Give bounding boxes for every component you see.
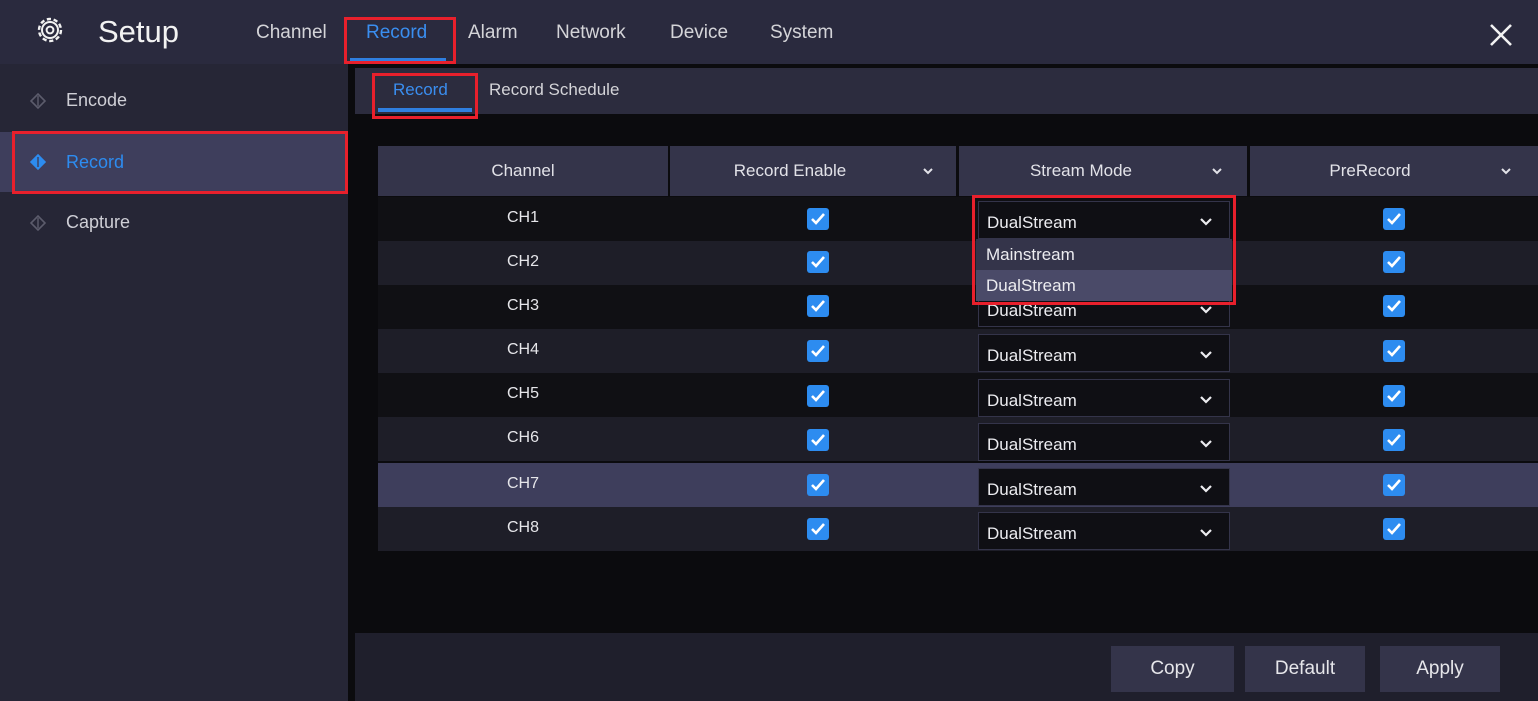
column-header-label: Record Enable — [733, 161, 847, 180]
stream-mode-select[interactable]: DualStream — [978, 423, 1230, 461]
stream-mode-select[interactable]: DualStream — [978, 468, 1230, 506]
checkmark-icon — [811, 390, 825, 402]
checkmark-icon — [1387, 390, 1401, 402]
close-icon[interactable] — [1488, 22, 1514, 48]
app-title: Setup — [98, 14, 180, 49]
stream-mode-value: DualStream — [987, 480, 1077, 499]
channel-name: CH5 — [506, 385, 539, 402]
column-header-label: Channel — [491, 161, 555, 180]
record-enable-checkbox[interactable] — [807, 251, 829, 273]
annotation-box-top-tab — [344, 17, 456, 64]
checkmark-icon — [811, 213, 825, 225]
chevron-down-icon[interactable] — [1211, 166, 1223, 176]
sub-tab-bar: Record Record Schedule — [355, 68, 1538, 114]
chevron-down-icon — [1200, 440, 1212, 448]
record-enable-checkbox[interactable] — [807, 385, 829, 407]
annotation-box-sidebar — [12, 131, 348, 194]
table-row-highlighted: CH7 — [378, 463, 1538, 507]
prerecord-checkbox[interactable] — [1383, 295, 1405, 317]
checkmark-icon — [811, 256, 825, 268]
chevron-down-icon — [1200, 485, 1212, 493]
table-row: CH6 — [378, 417, 1538, 461]
chevron-down-icon — [1200, 396, 1212, 404]
chevron-down-icon — [1200, 351, 1212, 359]
checkmark-icon — [811, 345, 825, 357]
subtab-record-schedule[interactable]: Record Schedule — [489, 80, 619, 100]
channel-name: CH1 — [506, 209, 539, 226]
column-header-label: Stream Mode — [1029, 161, 1133, 180]
table-row: CH8 — [378, 507, 1538, 551]
channel-name: CH8 — [506, 519, 539, 536]
table-row: CH1 — [378, 197, 1538, 241]
record-enable-checkbox[interactable] — [807, 474, 829, 496]
prerecord-checkbox[interactable] — [1383, 208, 1405, 230]
gear-icon — [37, 17, 63, 43]
sidebar-item-label: Capture — [66, 212, 131, 232]
annotation-box-dropdown — [972, 195, 1236, 305]
record-enable-checkbox[interactable] — [807, 429, 829, 451]
annotation-box-subtab — [372, 73, 478, 119]
default-button[interactable]: Default — [1245, 646, 1365, 692]
tab-alarm[interactable]: Alarm — [468, 22, 518, 44]
table-row: CH2 — [378, 241, 1538, 285]
diamond-icon — [30, 93, 46, 109]
checkmark-icon — [811, 523, 825, 535]
channel-name: CH2 — [506, 253, 539, 270]
table-row: CH3 — [378, 285, 1538, 329]
column-header-label: PreRecord — [1329, 161, 1411, 180]
stream-mode-select[interactable]: DualStream — [978, 334, 1230, 372]
stream-mode-select[interactable]: DualStream — [978, 512, 1230, 550]
prerecord-checkbox[interactable] — [1383, 385, 1405, 407]
channel-name: CH7 — [506, 475, 539, 492]
tab-system[interactable]: System — [770, 22, 833, 44]
prerecord-checkbox[interactable] — [1383, 251, 1405, 273]
sidebar-item-capture[interactable]: Capture — [0, 194, 348, 252]
channel-name: CH6 — [506, 429, 539, 446]
table-row: CH4 — [378, 329, 1538, 373]
stream-mode-value: DualStream — [987, 346, 1077, 365]
record-enable-checkbox[interactable] — [807, 340, 829, 362]
chevron-down-icon — [1200, 529, 1212, 537]
channel-name: CH3 — [506, 297, 539, 314]
stream-mode-value: DualStream — [987, 391, 1077, 410]
tab-device[interactable]: Device — [670, 22, 728, 44]
chevron-down-icon[interactable] — [1500, 166, 1512, 176]
chevron-down-icon[interactable] — [922, 166, 934, 176]
checkmark-icon — [1387, 345, 1401, 357]
stream-mode-value: DualStream — [987, 435, 1077, 454]
column-header-prerecord[interactable]: PreRecord — [1250, 146, 1538, 196]
channel-name: CH4 — [506, 341, 539, 358]
record-enable-checkbox[interactable] — [807, 208, 829, 230]
record-enable-checkbox[interactable] — [807, 518, 829, 540]
diamond-icon — [30, 215, 46, 231]
checkmark-icon — [811, 300, 825, 312]
top-bar: Setup Channel Record Alarm Network Devic… — [0, 0, 1538, 64]
apply-button[interactable]: Apply — [1380, 646, 1500, 692]
table-row: CH5 — [378, 373, 1538, 417]
stream-mode-select[interactable]: DualStream — [978, 379, 1230, 417]
checkmark-icon — [1387, 256, 1401, 268]
checkmark-icon — [1387, 523, 1401, 535]
checkmark-icon — [1387, 434, 1401, 446]
column-header-stream-mode[interactable]: Stream Mode — [959, 146, 1247, 196]
checkmark-icon — [811, 479, 825, 491]
column-header-channel: Channel — [378, 146, 668, 196]
chevron-down-icon — [1200, 306, 1212, 314]
column-header-record-enable[interactable]: Record Enable — [670, 146, 956, 196]
stream-mode-value: DualStream — [987, 524, 1077, 543]
copy-button[interactable]: Copy — [1111, 646, 1234, 692]
checkmark-icon — [811, 434, 825, 446]
tab-network[interactable]: Network — [556, 22, 626, 44]
sidebar-item-encode[interactable]: Encode — [0, 72, 348, 130]
prerecord-checkbox[interactable] — [1383, 429, 1405, 451]
checkmark-icon — [1387, 213, 1401, 225]
tab-channel[interactable]: Channel — [256, 22, 327, 44]
sidebar-item-label: Encode — [66, 90, 128, 110]
prerecord-checkbox[interactable] — [1383, 474, 1405, 496]
checkmark-icon — [1387, 479, 1401, 491]
prerecord-checkbox[interactable] — [1383, 340, 1405, 362]
checkmark-icon — [1387, 300, 1401, 312]
record-enable-checkbox[interactable] — [807, 295, 829, 317]
prerecord-checkbox[interactable] — [1383, 518, 1405, 540]
